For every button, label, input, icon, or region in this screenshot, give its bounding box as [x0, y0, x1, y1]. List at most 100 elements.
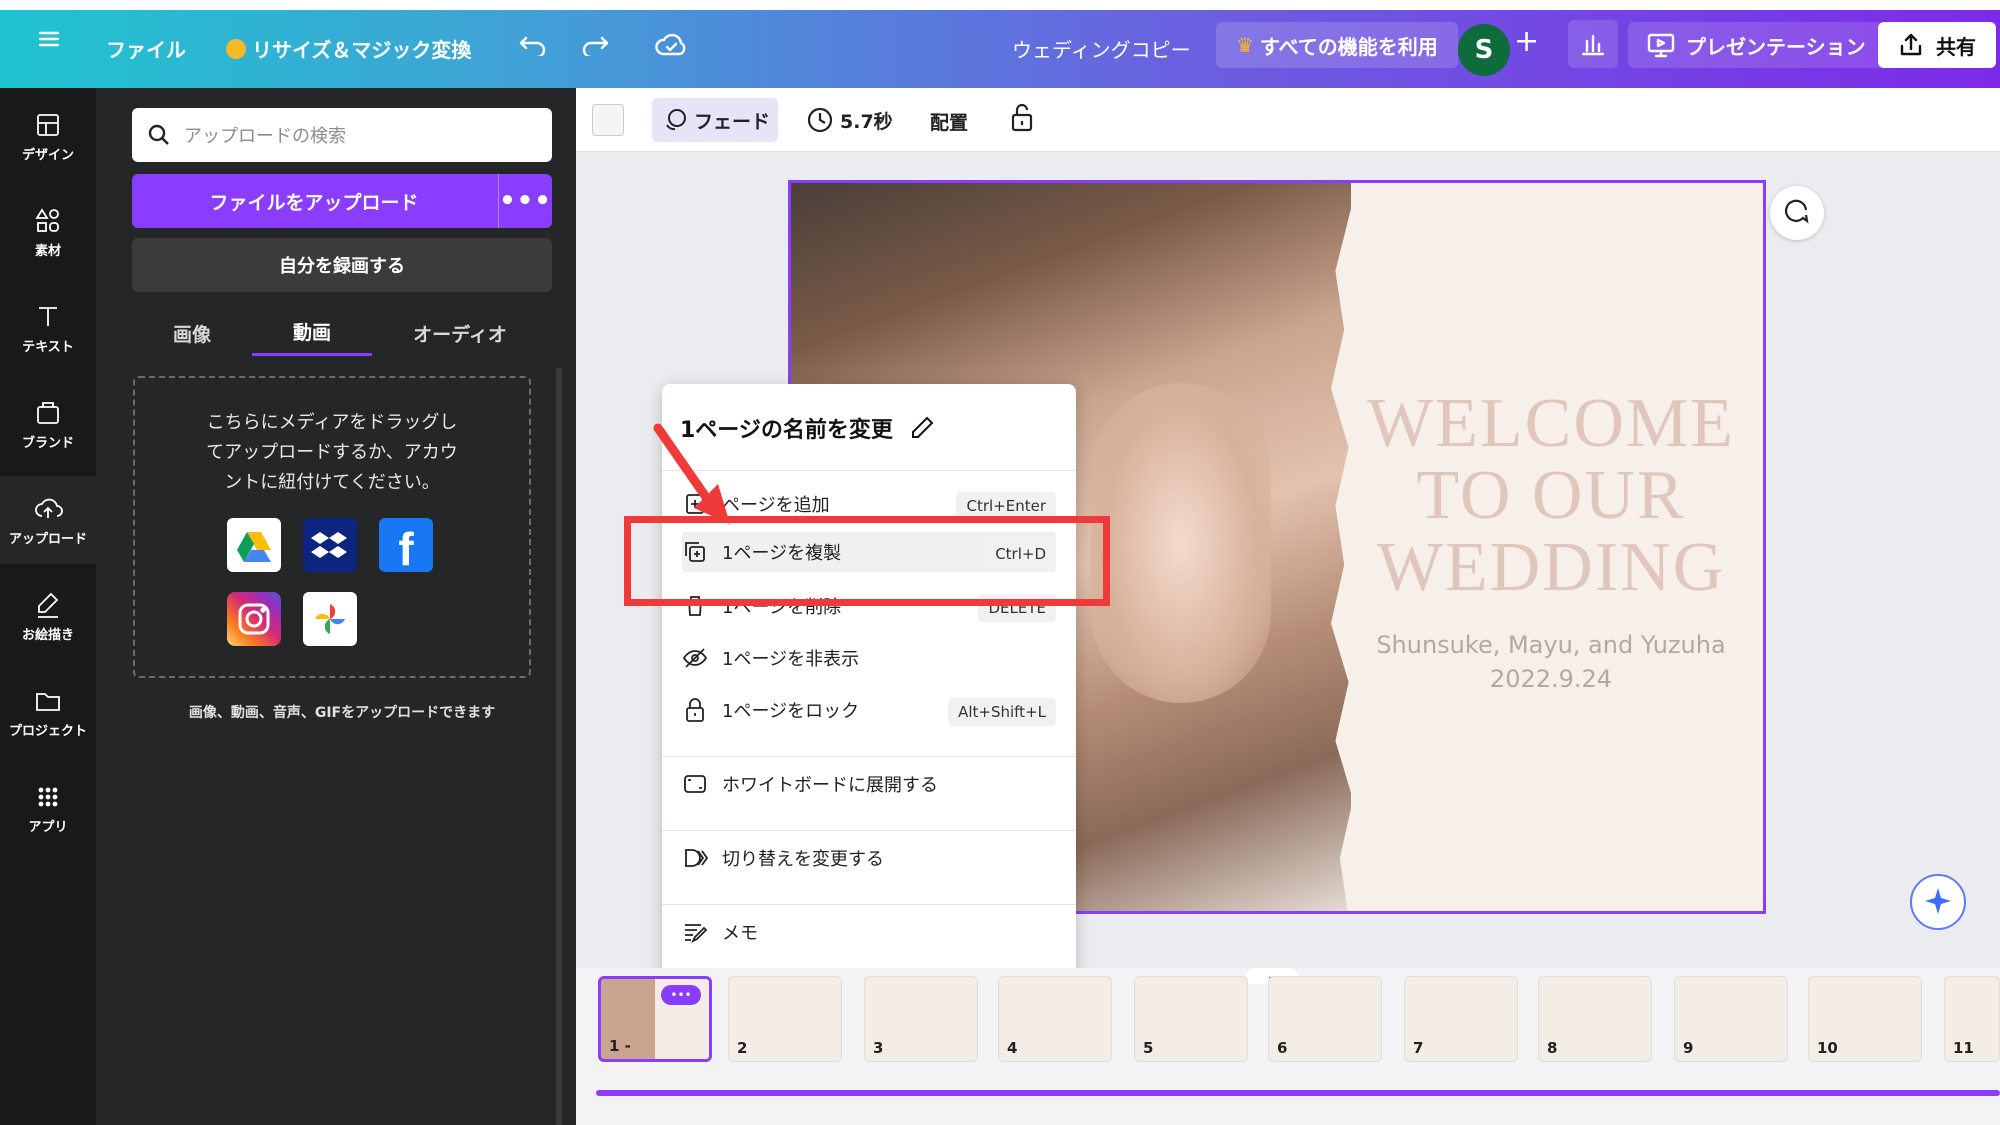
menu-icon[interactable]	[36, 26, 62, 52]
menu-item-label: メモ	[722, 923, 758, 944]
thumbnail-number: 4	[1007, 1039, 1018, 1057]
thumbnail-page-2[interactable]: 2	[728, 976, 842, 1062]
timeline-progress-bar[interactable]	[596, 1090, 2000, 1096]
menu-item-notes[interactable]: メモ	[682, 912, 1056, 952]
magic-assistant-icon[interactable]	[1910, 874, 1966, 930]
rail-item-projects[interactable]: プロジェクト	[0, 668, 96, 756]
tab-images[interactable]: 画像	[132, 310, 252, 356]
rail-item-design[interactable]: デザイン	[0, 92, 96, 180]
panel-scrollbar[interactable]	[556, 368, 562, 1125]
undo-icon[interactable]	[518, 30, 548, 56]
animation-icon	[666, 109, 686, 131]
search-input[interactable]: アップロードの検索	[132, 108, 552, 162]
thumbnail-page-6[interactable]: 6	[1268, 976, 1382, 1062]
title-line: WEDDING	[1376, 529, 1726, 606]
rail-item-text[interactable]: テキスト	[0, 284, 96, 372]
record-yourself-button[interactable]: 自分を録画する	[132, 238, 552, 292]
upload-files-label: ファイルをアップロード	[209, 192, 419, 214]
add-collaborator-icon[interactable]: +	[1514, 24, 1539, 59]
thumbnail-number: 2	[737, 1039, 748, 1057]
transition-icon	[685, 849, 708, 867]
menu-item-label: 切り替えを変更する	[722, 849, 884, 870]
cloud-upload-icon	[35, 498, 63, 518]
eye-off-icon	[682, 648, 708, 668]
resize-button[interactable]: リサイズ＆マジック変換	[226, 34, 471, 63]
rail-item-brand[interactable]: ブランド	[0, 380, 96, 468]
lock-icon[interactable]	[1008, 102, 1036, 138]
menu-separator	[662, 904, 1076, 905]
facebook-icon[interactable]: f	[379, 518, 433, 575]
thumbnail-number: 8	[1547, 1039, 1558, 1057]
color-swatch[interactable]	[592, 104, 624, 136]
file-menu[interactable]: ファイル	[106, 34, 186, 63]
fade-label: フェード	[694, 110, 771, 133]
refresh-comment-icon[interactable]	[1770, 186, 1824, 240]
rail-item-uploads[interactable]: アップロード	[0, 476, 96, 564]
google-drive-icon[interactable]	[227, 518, 281, 572]
thumbnail-page-7[interactable]: 7	[1404, 976, 1518, 1062]
drop-zone[interactable]: こちらにメディアをドラッグし てアップロードするか、アカウ ントに紐付けてくださ…	[133, 376, 531, 678]
menu-item-whiteboard[interactable]: ホワイトボードに展開する	[682, 764, 1056, 804]
thumbnail-page-9[interactable]: 9	[1674, 976, 1788, 1062]
present-icon	[1647, 33, 1675, 58]
rail-label: テキスト	[22, 339, 74, 355]
present-button[interactable]: プレゼンテーション	[1628, 22, 1884, 68]
arrange-button[interactable]: 配置	[930, 108, 968, 135]
uploads-panel: アップロードの検索 ファイルをアップロード ••• 自分を録画する 画像 動画 …	[96, 88, 594, 1125]
slide-title: WELCOME TO OUR WEDDING	[1331, 388, 1763, 606]
tab-videos[interactable]: 動画	[252, 310, 372, 356]
thumbnail-number: 10	[1817, 1039, 1838, 1057]
rail-label: デザイン	[21, 147, 74, 163]
present-label: プレゼンテーション	[1686, 34, 1866, 59]
pencil-icon	[911, 416, 934, 438]
document-title[interactable]: ウェディングコピー	[1012, 34, 1191, 63]
google-photos-icon[interactable]	[303, 592, 357, 646]
thumbnail-page-8[interactable]: 8	[1538, 976, 1652, 1062]
thumbnail-page-10[interactable]: 10	[1808, 976, 1922, 1062]
arrow-annotation	[650, 420, 740, 530]
thumbnail-page-3[interactable]: 3	[864, 976, 978, 1062]
thumbnail-page-4[interactable]: 4	[998, 976, 1112, 1062]
crown-icon: ♛	[1236, 33, 1254, 57]
instagram-icon[interactable]	[227, 592, 281, 646]
shapes-icon	[35, 207, 59, 232]
menu-item-transition[interactable]: 切り替えを変更する	[682, 838, 1056, 878]
torn-paper: WELCOME TO OUR WEDDING Shunsuke, Mayu, a…	[1331, 183, 1763, 911]
editor-toolbar: フェード 5.7秒 配置	[576, 88, 2000, 152]
thumbnail-number: 9	[1683, 1039, 1694, 1057]
dropbox-icon[interactable]	[303, 518, 357, 572]
drop-text-line: てアップロードするか、アカウ	[206, 442, 458, 463]
page-thumbnail-strip: ⌄ ••• 1 - 2 3 4 5 6 7 8 9 10 11	[576, 968, 2000, 1125]
duration-button[interactable]: 5.7秒	[806, 98, 893, 142]
rail-label: アプリ	[28, 819, 68, 835]
thumbnail-number: 1 -	[609, 1037, 631, 1055]
header-bar: ファイル リサイズ＆マジック変換 ウェディングコピー ♛ すべての機能を利用 S…	[0, 0, 2000, 88]
rail-item-apps[interactable]: アプリ	[0, 764, 96, 852]
avatar[interactable]: S	[1458, 24, 1510, 76]
thumbnail-page-1[interactable]: ••• 1 -	[598, 976, 712, 1062]
menu-item-hide-page[interactable]: 1ページを非表示	[682, 638, 1056, 678]
search-placeholder: アップロードの検索	[184, 126, 346, 147]
pro-button[interactable]: ♛ すべての機能を利用	[1216, 22, 1458, 68]
crown-icon	[226, 38, 246, 59]
left-rail: デザイン 素材 テキスト ブランド アップロード お絵描き プロジェクト アプリ	[0, 88, 96, 1125]
slide-names: Shunsuke, Mayu, and Yuzuha	[1376, 631, 1726, 659]
clock-icon	[807, 107, 833, 133]
rail-item-elements[interactable]: 素材	[0, 188, 96, 276]
title-line: TO OUR	[1416, 457, 1686, 534]
menu-item-lock-page[interactable]: 1ページをロック Alt+Shift+L	[682, 690, 1056, 730]
redo-icon[interactable]	[580, 30, 610, 56]
thumbnail-number: 7	[1413, 1039, 1424, 1057]
fade-animation-button[interactable]: フェード	[652, 98, 778, 142]
tab-audio[interactable]: オーディオ	[390, 310, 530, 356]
drop-text-line: こちらにメディアをドラッグし	[206, 412, 458, 433]
thumbnail-page-5[interactable]: 5	[1134, 976, 1248, 1062]
share-button[interactable]: 共有	[1878, 22, 1996, 68]
rail-item-draw[interactable]: お絵描き	[0, 572, 96, 660]
analytics-icon[interactable]	[1568, 20, 1618, 68]
more-options-button[interactable]: •••	[498, 174, 552, 228]
menu-item-label: 1ページをロック	[722, 701, 860, 722]
page-options-badge[interactable]: •••	[661, 985, 701, 1005]
thumbnail-page-11[interactable]: 11	[1944, 976, 2000, 1062]
upload-files-button[interactable]: ファイルをアップロード •••	[132, 174, 552, 228]
